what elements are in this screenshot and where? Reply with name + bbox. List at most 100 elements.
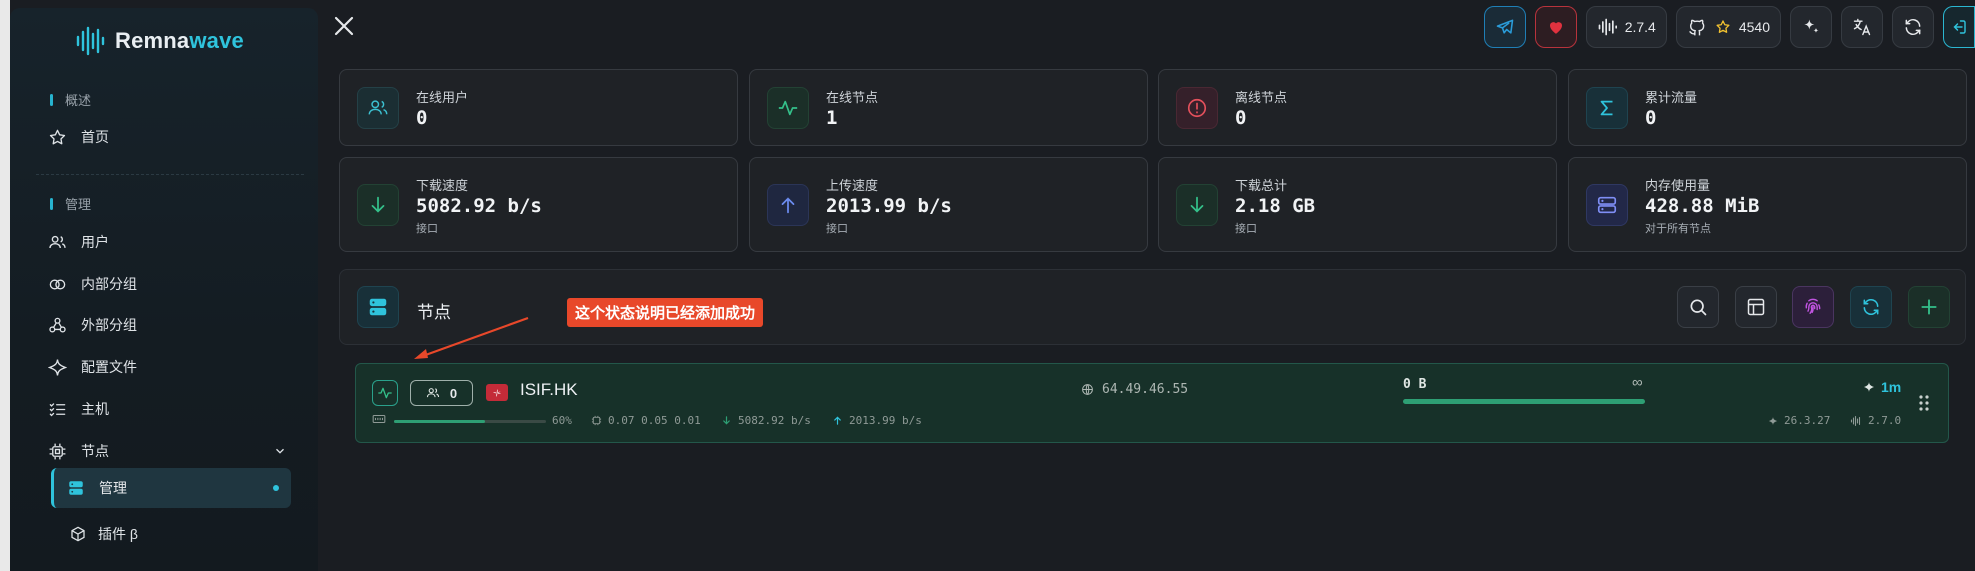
stat-card-total-traffic: 累计流量 0 [1568, 69, 1967, 146]
globe-icon [1082, 384, 1093, 395]
logo-waveform-icon [75, 26, 105, 56]
heart-icon [1549, 22, 1562, 34]
telegram-icon [1496, 19, 1513, 34]
background-page-strip [0, 0, 10, 571]
stat-value: 0 [416, 107, 428, 129]
sparkle-cross-icon [48, 358, 67, 376]
users-icon [49, 235, 66, 248]
sidebar-item-nodes[interactable]: 节点 [48, 437, 288, 465]
node-traffic-used: 0 B [1403, 377, 1427, 392]
node-uptime: 1m [1863, 379, 1901, 395]
stat-value: 5082.92 b/s [416, 195, 542, 217]
stat-card-download-speed: 下载速度 5082.92 b/s 接口 [339, 157, 738, 252]
sidebar-item-internal-groups[interactable]: 内部分组 [48, 270, 137, 298]
sidebar-item-users[interactable]: 用户 [48, 228, 109, 256]
sparkle-cross-icon [1768, 416, 1778, 425]
version-button[interactable]: 2.7.4 [1585, 6, 1667, 48]
stat-label: 内存使用量 [1645, 178, 1711, 193]
plus-icon [1921, 299, 1937, 315]
node-load: 0.07 0.05 0.01 [591, 414, 701, 427]
list-check-icon [49, 402, 66, 416]
stat-value: 2013.99 b/s [826, 195, 952, 217]
memory-progress-track [394, 420, 546, 423]
activity-icon [767, 87, 809, 129]
server-icon [69, 481, 83, 495]
sidebar-item-nodes-manage[interactable]: 管理 [51, 468, 291, 508]
ai-sparkles-button[interactable] [1790, 6, 1832, 48]
logout-icon [1953, 20, 1966, 34]
logout-button[interactable] [1943, 6, 1975, 48]
search-button[interactable] [1677, 286, 1719, 328]
add-node-button[interactable] [1908, 286, 1950, 328]
waveform-icon [1598, 18, 1617, 36]
star-icon [1716, 20, 1730, 33]
table-view-button[interactable] [1735, 286, 1777, 328]
stat-value: 1 [826, 107, 838, 129]
node-ip: 64.49.46.55 [1081, 382, 1188, 397]
star-icon [49, 129, 66, 144]
stat-sub: 接口 [826, 223, 848, 235]
search-icon [1690, 299, 1707, 316]
hong-kong-flag-icon [486, 384, 508, 401]
sidebar-item-hosts[interactable]: 主机 [48, 395, 109, 423]
node-traffic-bar [1403, 399, 1645, 404]
cube-icon [71, 526, 85, 542]
node-traffic-limit: ∞ [1632, 374, 1643, 391]
stat-label: 累计流量 [1645, 90, 1698, 105]
users-icon [426, 388, 439, 398]
top-toolbar: 2.7.4 4540 [1483, 6, 1975, 48]
active-dot [273, 485, 279, 491]
node-row[interactable]: 0 ISIF.HK 64.49.46.55 0 B ∞ 1m 60% 0.07 … [355, 363, 1949, 443]
logo-text: Remnawave [115, 28, 244, 53]
telegram-button[interactable] [1483, 6, 1526, 48]
stat-sub: 对于所有节点 [1645, 223, 1711, 235]
stat-label: 下载总计 [1235, 178, 1288, 193]
node-memory [372, 414, 386, 424]
stat-card-memory-usage: 内存使用量 428.88 MiB 对于所有节点 [1568, 157, 1967, 252]
sidebar-item-external-groups[interactable]: 外部分组 [48, 311, 137, 339]
waveform-icon [1850, 415, 1861, 426]
stat-label: 上传速度 [826, 178, 879, 193]
stat-sub: 接口 [1235, 223, 1257, 235]
node-download: 5082.92 b/s [721, 414, 811, 427]
sigma-icon [1586, 87, 1628, 129]
stat-card-online-users: 在线用户 0 [339, 69, 738, 146]
node-version: 2.7.0 [1850, 414, 1901, 427]
logo[interactable]: Remnawave [75, 26, 244, 56]
refresh-nodes-button[interactable] [1850, 286, 1892, 328]
section-overview: 概述 [50, 90, 91, 109]
github-button[interactable]: 4540 [1675, 6, 1781, 48]
arrow-down-icon [723, 416, 730, 425]
language-button[interactable] [1841, 6, 1883, 48]
sidebar-item-home[interactable]: 首页 [48, 123, 109, 151]
arrow-up-icon [834, 416, 841, 425]
server-icon [357, 286, 399, 328]
node-name: ISIF.HK [520, 380, 578, 399]
stat-value: 2.18 GB [1235, 195, 1316, 217]
sidebar-item-plugins[interactable]: 插件 β [70, 524, 138, 544]
arrow-down-icon [357, 184, 399, 226]
server-icon [1586, 184, 1628, 226]
chevron-down-icon [276, 448, 284, 454]
arrow-down-icon [1176, 184, 1218, 226]
refresh-icon [1863, 298, 1879, 316]
close-icon[interactable] [332, 14, 356, 38]
sidebar-divider [36, 174, 304, 175]
fingerprint-button[interactable] [1792, 286, 1834, 328]
node-upload: 2013.99 b/s [832, 414, 922, 427]
sidebar-item-config[interactable]: 配置文件 [48, 353, 137, 381]
cpu-icon [49, 443, 66, 459]
stat-value: 0 [1645, 107, 1657, 129]
stat-card-upload-speed: 上传速度 2013.99 b/s 接口 [749, 157, 1148, 252]
translate-icon [1853, 18, 1871, 36]
sparkles-icon [1804, 19, 1819, 33]
drag-handle-icon[interactable] [1918, 394, 1930, 412]
annotation-arrow [414, 316, 529, 359]
stat-card-download-total: 下载总计 2.18 GB 接口 [1158, 157, 1557, 252]
circles-icon [49, 278, 66, 290]
memory-icon [372, 414, 386, 424]
memory-progress-fill [394, 420, 486, 423]
refresh-button[interactable] [1892, 6, 1934, 48]
sponsor-button[interactable] [1534, 6, 1577, 48]
stat-label: 在线用户 [416, 90, 469, 105]
